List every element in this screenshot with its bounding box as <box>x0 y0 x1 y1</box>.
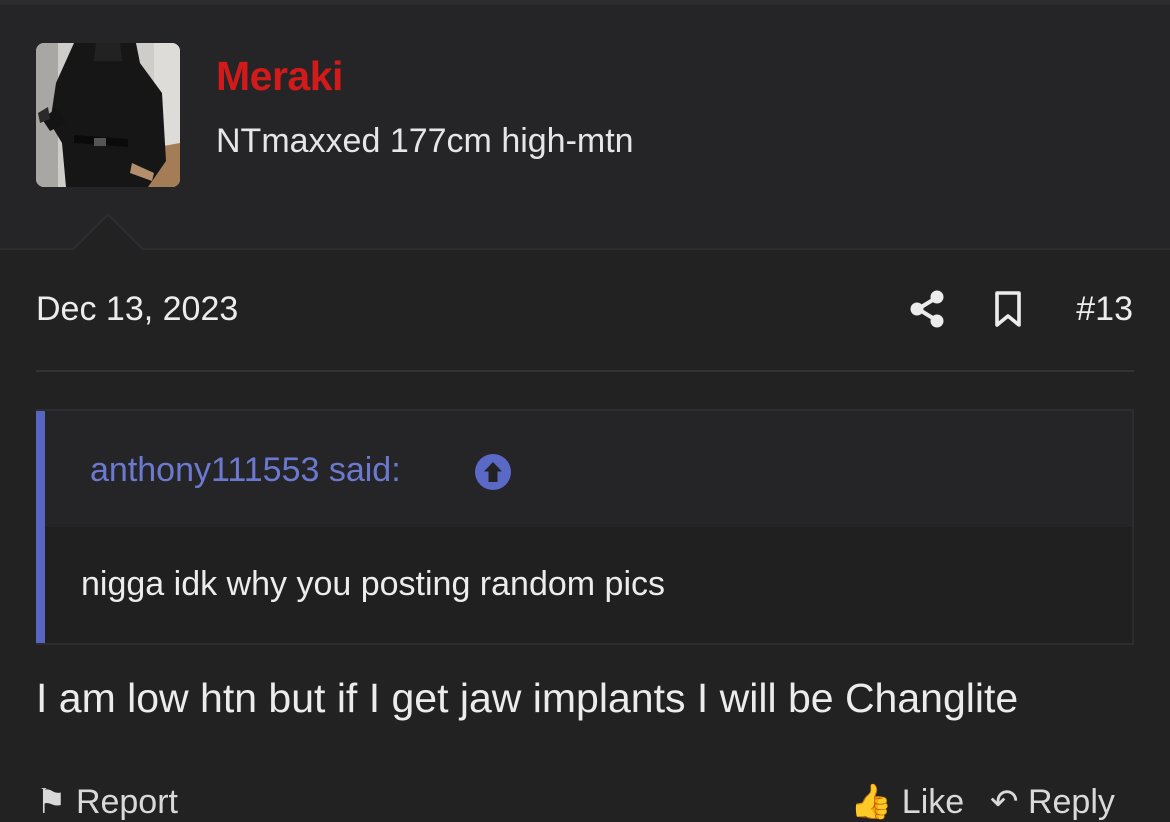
author-title: NTmaxxed 177cm high-mtn <box>216 122 634 160</box>
reply-icon: ↶ <box>990 783 1019 821</box>
quote-header: anthony111553 said: <box>45 411 1132 527</box>
quote-author[interactable]: anthony111553 said: <box>90 451 401 490</box>
quote-text: nigga idk why you posting random pics <box>81 565 665 603</box>
flag-icon: ⚑ <box>36 783 67 821</box>
arrow-up-circle-icon[interactable] <box>474 453 512 491</box>
like-label: Like <box>901 783 965 821</box>
bookmark-icon[interactable] <box>990 289 1026 329</box>
post-date[interactable]: Dec 13, 2023 <box>36 290 238 329</box>
reply-button[interactable]: ↶ Reply <box>990 782 1115 822</box>
author-name[interactable]: Meraki <box>216 53 343 100</box>
avatar-image <box>36 43 180 187</box>
post-actions: ⚑ Report 👍 Like ↶ Reply <box>0 772 1170 821</box>
avatar[interactable] <box>36 43 180 187</box>
post-number[interactable]: #13 <box>1076 290 1133 329</box>
quote-accent-bar <box>36 411 45 643</box>
reply-label: Reply <box>1027 783 1115 821</box>
post-body: I am low htn but if I get jaw implants I… <box>36 675 1019 721</box>
quote-block: anthony111553 said: nigga idk why you po… <box>36 409 1134 645</box>
divider <box>36 370 1134 372</box>
quote-content: nigga idk why you posting random pics <box>45 527 1132 643</box>
report-button[interactable]: ⚑ Report <box>36 782 178 822</box>
post-user-block: Meraki NTmaxxed 177cm high-mtn <box>0 5 1170 250</box>
thumbs-up-icon: 👍 <box>850 783 893 821</box>
share-icon[interactable] <box>909 290 947 328</box>
report-label: Report <box>75 783 178 821</box>
like-button[interactable]: 👍 Like <box>850 782 964 822</box>
